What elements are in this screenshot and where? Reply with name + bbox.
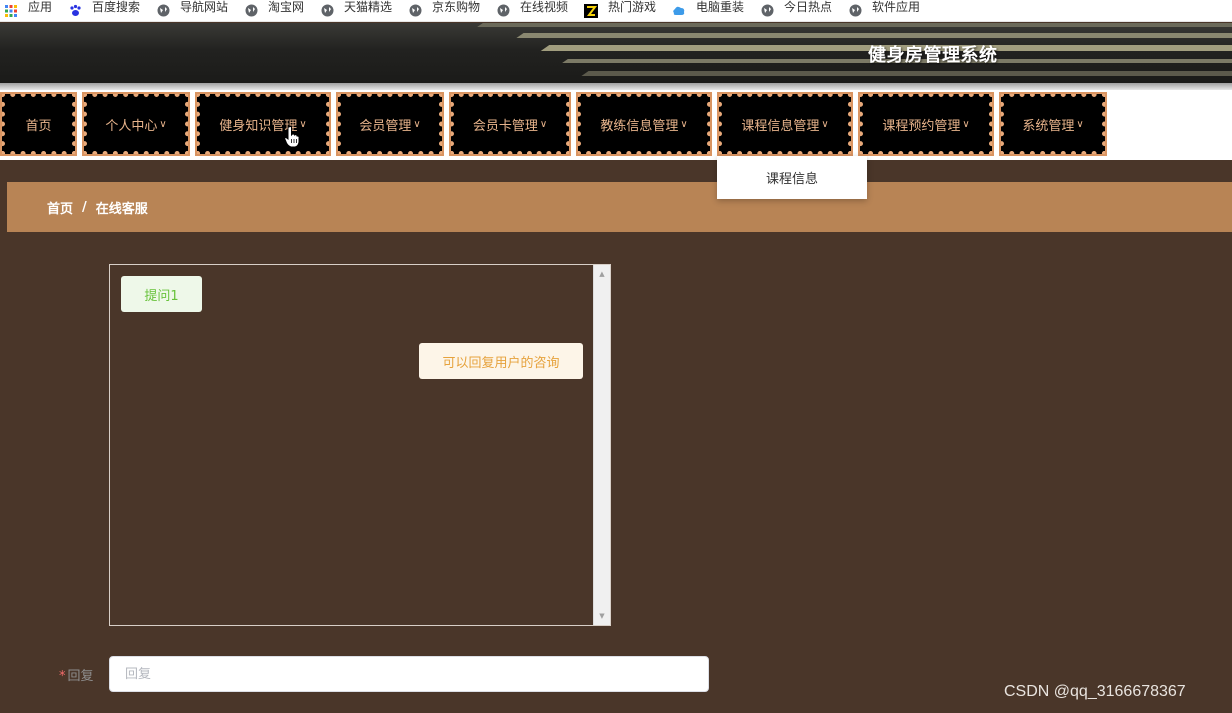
- apps-grid-icon: [4, 4, 18, 18]
- nav-item-home[interactable]: 首页: [0, 92, 77, 156]
- breadcrumb-current: 在线客服: [95, 201, 148, 217]
- globe-icon: [760, 4, 774, 18]
- bookmark-jd[interactable]: 京东购物: [408, 0, 481, 21]
- nav-item-fitness-knowledge[interactable]: 健身知识管理 ∨: [195, 92, 331, 156]
- reply-label-text: 回复: [67, 669, 94, 684]
- bookmark-nav-sites[interactable]: 导航网站: [156, 0, 229, 21]
- chevron-down-icon: ∨: [962, 118, 970, 130]
- baidu-paw-icon: [68, 4, 82, 18]
- breadcrumb-home[interactable]: 首页: [47, 198, 73, 217]
- chevron-down-icon: ∨: [821, 118, 829, 130]
- nav-item-coach-info[interactable]: 教练信息管理 ∨: [576, 92, 712, 156]
- globe-icon: [156, 4, 170, 18]
- reply-input[interactable]: [109, 656, 709, 692]
- nav-item-label: 系统管理: [1022, 118, 1075, 134]
- nav-item-label: 课程预约管理: [882, 118, 961, 134]
- bookmark-games[interactable]: 热门游戏: [584, 0, 657, 21]
- nav-item-label: 首页: [25, 118, 52, 134]
- nav-item-personal-center[interactable]: 个人中心 ∨: [82, 92, 190, 156]
- globe-icon: [408, 4, 422, 18]
- nav-item-label: 课程信息管理: [741, 118, 820, 134]
- required-mark: *: [59, 669, 66, 684]
- bookmark-tmall[interactable]: 天猫精选: [320, 0, 393, 21]
- bookmark-reinstall[interactable]: 电脑重装: [672, 0, 745, 21]
- reply-label: * 回复: [59, 665, 94, 684]
- banner-stripe: [581, 71, 1232, 76]
- scroll-down-arrow-icon[interactable]: ▼: [594, 608, 610, 624]
- breadcrumb: 首页 / 在线客服: [7, 182, 1232, 232]
- dropdown-item-label: 课程信息: [765, 172, 818, 187]
- bookmark-label: 百度搜索: [92, 0, 141, 14]
- chat-scrollbar[interactable]: ▲ ▼: [593, 265, 610, 625]
- chevron-down-icon: ∨: [680, 118, 688, 130]
- bookmark-label: 应用: [28, 0, 53, 14]
- nav-item-label: 会员卡管理: [472, 118, 538, 134]
- bookmark-baidu[interactable]: 百度搜索: [68, 0, 141, 21]
- bookmark-label: 热门游戏: [608, 0, 657, 14]
- bookmark-taobao[interactable]: 淘宝网: [244, 0, 305, 21]
- globe-icon: [496, 4, 510, 18]
- bookmark-video[interactable]: 在线视频: [496, 0, 569, 21]
- nav-item-course-info[interactable]: 课程信息管理 ∨: [717, 92, 853, 156]
- chevron-down-icon: ∨: [299, 118, 307, 130]
- cloud-icon: [672, 4, 686, 18]
- bookmark-label: 导航网站: [180, 0, 229, 14]
- chevron-down-icon: ∨: [159, 118, 167, 130]
- game-icon: [584, 3, 598, 18]
- bookmark-software[interactable]: 软件应用: [848, 0, 921, 21]
- bookmark-apps[interactable]: 应用: [4, 0, 53, 21]
- hand-cursor-icon: [284, 126, 300, 152]
- scroll-up-arrow-icon[interactable]: ▲: [594, 266, 610, 282]
- course-info-dropdown-item[interactable]: 课程信息: [717, 156, 867, 199]
- breadcrumb-separator: /: [82, 199, 87, 215]
- system-title: 健身房管理系统: [868, 45, 998, 66]
- question-text: 提问1: [144, 288, 179, 304]
- bookmark-label: 今日热点: [784, 0, 833, 14]
- bookmarks-bar: 应用 百度搜索 导航网站 淘宝网 天猫精选 京东购物 在线视频 热门游戏 电脑重…: [0, 0, 1232, 22]
- csdn-watermark: CSDN @qq_3166678367: [1004, 683, 1186, 700]
- nav-item-course-booking[interactable]: 课程预约管理 ∨: [858, 92, 994, 156]
- banner-shadow: [0, 83, 1232, 90]
- bookmark-label: 京东购物: [432, 0, 481, 14]
- globe-icon: [848, 4, 862, 18]
- globe-icon: [320, 4, 334, 18]
- banner-stripe: [477, 23, 1232, 27]
- question-bubble: 提问1: [121, 276, 202, 312]
- chevron-down-icon: ∨: [1076, 118, 1084, 130]
- bookmark-label: 电脑重装: [696, 0, 745, 14]
- chevron-down-icon: ∨: [539, 118, 548, 130]
- nav-item-label: 会员管理: [359, 118, 412, 134]
- chat-history-box[interactable]: 提问1 可以回复用户的咨询 ▲ ▼: [109, 264, 611, 626]
- bookmark-label: 淘宝网: [268, 0, 305, 14]
- header-banner: 健身房管理系统: [0, 23, 1232, 83]
- nav-item-system-management[interactable]: 系统管理 ∨: [999, 92, 1107, 156]
- bookmark-label: 软件应用: [872, 0, 921, 14]
- banner-stripe: [516, 33, 1232, 38]
- bookmark-label: 天猫精选: [344, 0, 393, 14]
- answer-text: 可以回复用户的咨询: [442, 355, 560, 371]
- nav-item-member-management[interactable]: 会员管理 ∨: [336, 92, 444, 156]
- globe-icon: [244, 4, 258, 18]
- nav-item-label: 教练信息管理: [600, 118, 679, 134]
- answer-bubble: 可以回复用户的咨询: [419, 343, 583, 379]
- nav-item-label: 个人中心: [105, 118, 158, 134]
- nav-item-membership-card[interactable]: 会员卡管理 ∨: [449, 92, 571, 156]
- chevron-down-icon: ∨: [413, 118, 421, 130]
- bookmark-hot-news[interactable]: 今日热点: [760, 0, 833, 21]
- bookmark-label: 在线视频: [520, 0, 569, 14]
